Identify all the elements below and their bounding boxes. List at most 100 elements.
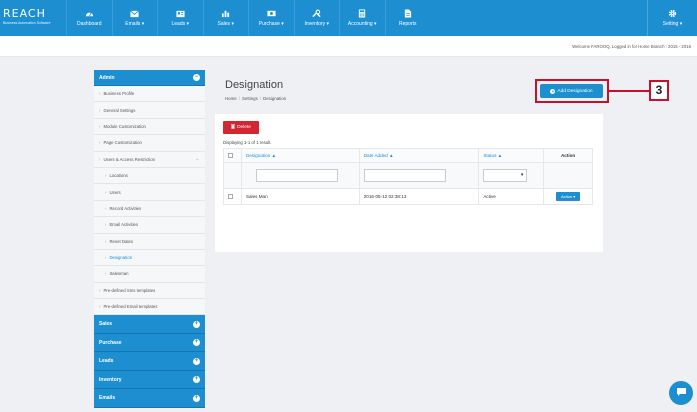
filter-cell-designation xyxy=(240,162,360,189)
nav-sales[interactable]: Sales ▾ xyxy=(202,0,249,36)
logo-brand: REACH xyxy=(3,7,46,20)
sidebar-section-sales[interactable]: Sales + xyxy=(94,315,205,334)
nav-reports[interactable]: Reports xyxy=(384,0,431,36)
sidebar-item-salesman[interactable]: › Salesman xyxy=(94,266,205,283)
plus-icon: + xyxy=(193,394,200,402)
chevron-down-icon: ⌄ xyxy=(195,156,199,162)
sidebar-item-users[interactable]: › Users xyxy=(94,184,205,201)
row-checkbox[interactable] xyxy=(228,193,233,199)
chevron-right-icon: › xyxy=(105,222,107,228)
sidebar-item-label: Record Activities xyxy=(109,205,142,211)
column-header-designation[interactable]: Designation ▲ xyxy=(240,148,360,163)
plus-icon: + xyxy=(193,320,200,328)
sidebar-section-admin[interactable]: Admin − xyxy=(94,70,205,86)
chat-button[interactable] xyxy=(669,381,693,405)
sidebar-item-reset-dates[interactable]: › Reset Dates xyxy=(94,233,205,250)
nav-dashboard[interactable]: Dashboard xyxy=(66,0,112,36)
sidebar-section-emails-label: Emails xyxy=(99,395,116,402)
welcome-bar: Welcome FAROOQ, Logged in for Home Branc… xyxy=(0,36,697,57)
nav-accounting-label: Accounting ▾ xyxy=(347,21,377,27)
sidebar-item-label: Salesman xyxy=(109,271,129,277)
chevron-right-icon: › xyxy=(105,205,107,211)
sidebar-item-record-activities[interactable]: › Record Activities xyxy=(94,200,205,218)
sidebar-item-users-access[interactable]: › Users & Access Restriction ⌄ xyxy=(94,151,205,168)
nav-setting[interactable]: Setting ▾ xyxy=(647,0,697,36)
chevron-right-icon: › xyxy=(99,304,101,310)
designation-table: Designation ▲ Date Added ▲ Status ▲ Acti… xyxy=(223,148,593,205)
money-icon xyxy=(267,9,276,18)
status-filter-select[interactable] xyxy=(483,169,528,182)
chevron-right-icon: › xyxy=(99,156,101,162)
sidebar-item-designation[interactable]: › Designation xyxy=(94,249,205,267)
breadcrumb-home[interactable]: Home xyxy=(225,96,237,101)
nav-purchase[interactable]: Purchase ▾ xyxy=(248,0,294,36)
select-all-checkbox[interactable] xyxy=(228,152,233,158)
filter-cell-date xyxy=(358,162,480,189)
sidebar-item-general-settings[interactable]: › General Settings xyxy=(94,102,205,119)
date-filter-input[interactable] xyxy=(363,169,446,182)
sidebar-section-purchase-label: Purchase xyxy=(99,339,122,346)
logo[interactable]: REACH Business Automation Software xyxy=(0,0,66,36)
sidebar-item-page-customization[interactable]: › Page Customization xyxy=(94,135,205,152)
chevron-right-icon: › xyxy=(99,123,101,129)
row-action-button[interactable]: Action ▾ xyxy=(556,192,581,201)
nav-purchase-label: Purchase ▾ xyxy=(258,21,284,27)
sidebar-item-label: Pre-defined Email templates xyxy=(103,304,158,310)
breadcrumb-separator: / xyxy=(238,96,240,101)
chevron-right-icon: › xyxy=(99,107,101,113)
breadcrumb: Home / Settings / Designation xyxy=(225,96,286,101)
chevron-right-icon: › xyxy=(105,238,107,244)
nav-inventory[interactable]: Inventory ▾ xyxy=(293,0,340,36)
designation-filter-input[interactable] xyxy=(255,169,338,182)
calculator-icon xyxy=(358,9,367,18)
envelope-icon xyxy=(130,9,140,18)
minus-icon: − xyxy=(193,74,200,81)
sidebar-section-admin-label: Admin xyxy=(99,74,115,81)
sidebar-item-label: Pre-defined Sms templates xyxy=(103,287,156,293)
sidebar-item-locations[interactable]: › Locations xyxy=(94,167,205,185)
sidebar-item-email-templates[interactable]: › Pre-defined Email templates xyxy=(94,299,205,316)
nav-accounting[interactable]: Accounting ▾ xyxy=(339,0,385,36)
filter-cell-status xyxy=(478,162,545,189)
nav-emails[interactable]: Emails ▾ xyxy=(111,0,158,36)
breadcrumb-settings[interactable]: Settings xyxy=(242,96,258,101)
sidebar-item-email-activities[interactable]: › Email Activities xyxy=(94,217,205,234)
sidebar-section-emails[interactable]: Emails + xyxy=(94,389,205,408)
plus-icon: + xyxy=(193,357,200,365)
sidebar-item-label: Email Activities xyxy=(109,222,139,228)
chat-bubble-icon xyxy=(676,387,687,399)
cell-date-added: 2016-05-12 02:38:13 xyxy=(358,188,480,205)
chevron-right-icon: › xyxy=(105,173,107,179)
filter-cell-action xyxy=(543,162,593,189)
sidebar-section-inventory[interactable]: Inventory + xyxy=(94,370,205,390)
page-title: Designation xyxy=(225,79,284,91)
sidebar-item-label: Designation xyxy=(109,255,133,261)
nav-leads[interactable]: Leads ▾ xyxy=(157,0,203,36)
table-row: Sales Man 2016-05-12 02:38:13 Active Act… xyxy=(223,188,593,205)
nav-emails-label: Emails ▾ xyxy=(125,21,145,27)
sidebar-section-sales-label: Sales xyxy=(99,321,113,328)
sidebar-item-business-profile[interactable]: › Business Profile xyxy=(94,86,205,103)
column-header-date-added[interactable]: Date Added ▲ xyxy=(358,148,480,163)
sidebar-item-label: General Settings xyxy=(103,107,136,113)
welcome-text: Welcome FAROOQ, Logged in for Home Branc… xyxy=(572,44,691,49)
delete-button[interactable]: Delete xyxy=(223,121,259,134)
sidebar-section-leads[interactable]: Leads + xyxy=(94,352,205,371)
chevron-right-icon: › xyxy=(99,287,101,293)
nav-inventory-label: Inventory ▾ xyxy=(304,21,329,27)
plus-icon: + xyxy=(193,376,200,384)
filter-row xyxy=(223,162,593,189)
chevron-right-icon: › xyxy=(105,255,107,261)
sidebar-section-purchase[interactable]: Purchase + xyxy=(94,333,205,353)
nav-setting-label: Setting ▾ xyxy=(662,21,683,27)
sidebar-item-module-customization[interactable]: › Module Customization xyxy=(94,118,205,136)
dashboard-icon xyxy=(85,9,94,18)
sidebar-item-label: Reset Dates xyxy=(109,238,134,244)
plus-icon: + xyxy=(193,339,200,347)
nav-reports-label: Reports xyxy=(398,21,417,27)
chevron-right-icon: › xyxy=(105,189,107,195)
chevron-right-icon: › xyxy=(99,140,101,146)
sidebar-item-sms-templates[interactable]: › Pre-defined Sms templates xyxy=(94,282,205,300)
column-header-status[interactable]: Status ▲ xyxy=(478,148,545,163)
result-summary: Displaying 1-1 of 1 result. xyxy=(223,140,272,145)
